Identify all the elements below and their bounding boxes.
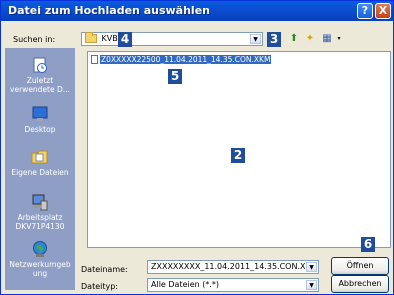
up-folder-icon[interactable]: ⬆: [288, 33, 300, 45]
place-label: Desktop: [24, 125, 56, 134]
list-item[interactable]: Z0XXXXX22500_11.04.2011_14.35.CON.XKM: [91, 55, 272, 65]
filetype-value: Alle Dateien (*.*): [151, 280, 220, 289]
place-label: Zuletzt verwendete D...: [10, 76, 70, 94]
filename-value: ZXXXXXXXX_11.04.2011_14.35.CON.XKM: [151, 262, 318, 271]
place-network[interactable]: Netzwerkumgeb ung: [5, 240, 75, 278]
filetype-label: Dateityp:: [81, 282, 118, 291]
chevron-down-icon[interactable]: ▼: [250, 34, 261, 44]
lookin-label: Suchen in:: [13, 35, 56, 44]
new-folder-icon[interactable]: ✦: [304, 33, 316, 45]
annotation-badge-4: 4: [118, 32, 132, 47]
place-label: Arbeitsplatz DKV71P4130: [15, 213, 65, 231]
chevron-down-icon[interactable]: ▼: [306, 262, 317, 272]
place-label: Netzwerkumgeb ung: [9, 260, 71, 278]
lookin-value: KVB: [101, 34, 118, 43]
place-desktop[interactable]: Desktop: [5, 105, 75, 134]
place-label: Eigene Dateien: [11, 168, 69, 177]
recent-documents-icon: [33, 57, 47, 73]
view-menu-icon[interactable]: ▦: [321, 33, 333, 45]
help-button[interactable]: ?: [357, 3, 373, 19]
place-my-documents[interactable]: Eigene Dateien: [5, 148, 75, 177]
filename-label: Dateiname:: [81, 265, 128, 274]
annotation-badge-2: 2: [231, 148, 245, 163]
chevron-down-icon[interactable]: ▼: [306, 280, 317, 290]
lookin-select[interactable]: KVB ▼: [81, 32, 263, 46]
close-button[interactable]: X: [375, 3, 391, 19]
place-recent[interactable]: Zuletzt verwendete D...: [5, 56, 75, 94]
annotation-badge-3: 3: [267, 32, 281, 47]
title-bar[interactable]: Datei zum Hochladen auswählen ? X: [1, 1, 393, 21]
network-icon: [33, 241, 47, 257]
annotation-badge-5: 5: [168, 69, 182, 84]
document-icon: [91, 55, 98, 64]
annotation-badge-6: 6: [361, 237, 375, 252]
file-open-dialog: Datei zum Hochladen auswählen ? X Suchen…: [0, 0, 394, 295]
place-my-computer[interactable]: Arbeitsplatz DKV71P4130: [5, 193, 75, 231]
filename-field[interactable]: ZXXXXXXXX_11.04.2011_14.35.CON.XKM ▼: [147, 260, 319, 274]
filetype-select[interactable]: Alle Dateien (*.*) ▼: [147, 278, 319, 292]
desktop-icon: [32, 106, 48, 121]
cancel-button[interactable]: Abbrechen: [331, 275, 389, 293]
folder-icon: [85, 32, 97, 43]
my-documents-icon: [31, 150, 48, 164]
file-name: Z0XXXXX22500_11.04.2011_14.35.CON.XKM: [100, 55, 272, 64]
places-bar: Zuletzt verwendete D... Desktop Eigene D…: [5, 48, 75, 290]
open-button[interactable]: Öffnen: [331, 257, 389, 275]
window-title: Datei zum Hochladen auswählen: [8, 4, 210, 17]
view-menu-dropdown-icon[interactable]: ▾: [333, 33, 345, 45]
my-computer-icon: [32, 194, 48, 211]
